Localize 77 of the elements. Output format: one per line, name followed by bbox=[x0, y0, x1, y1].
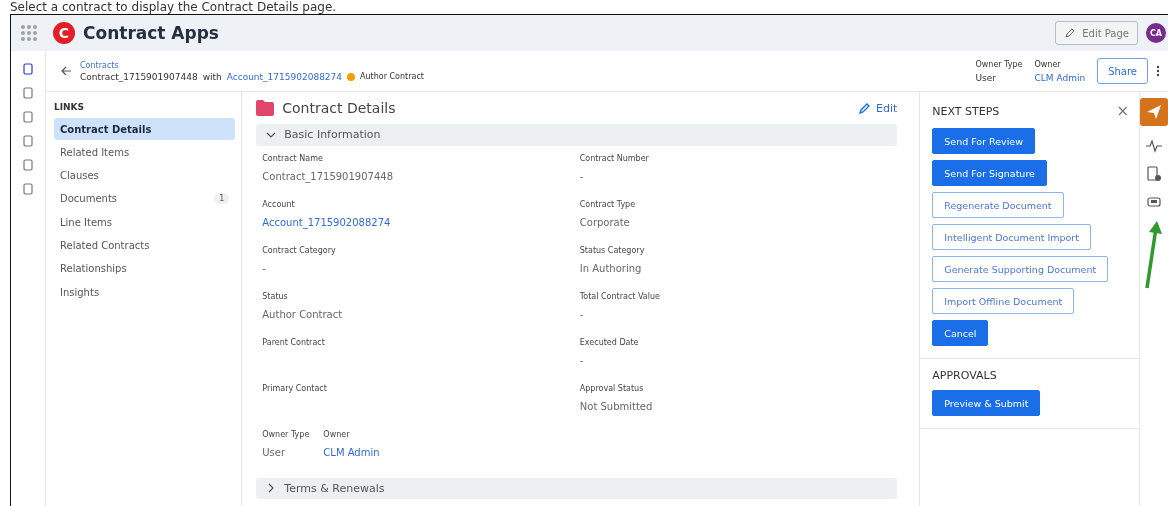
field-label: Owner Type bbox=[262, 429, 310, 439]
document-icon[interactable] bbox=[22, 63, 34, 75]
logo-icon: C bbox=[53, 22, 75, 44]
owner-type-value: User bbox=[975, 72, 997, 83]
outline-button[interactable]: Generate Supporting Document bbox=[932, 256, 1109, 282]
field-value: - bbox=[262, 262, 267, 275]
field-label: Status Category bbox=[579, 245, 646, 255]
pencil-icon bbox=[1064, 27, 1077, 39]
avatar[interactable]: CA bbox=[1146, 23, 1166, 43]
owner-link[interactable]: CLM Admin bbox=[1034, 72, 1086, 83]
field-label: Status bbox=[262, 291, 289, 301]
field-label: Approval Status bbox=[579, 383, 645, 393]
close-button[interactable]: × bbox=[1116, 102, 1129, 120]
field-label: Executed Date bbox=[579, 337, 640, 347]
link-item[interactable]: Documents 1 bbox=[54, 187, 236, 210]
app-title: Contract Apps bbox=[83, 23, 219, 43]
link-item[interactable]: Insights bbox=[54, 281, 236, 304]
field-value: Corporate bbox=[579, 216, 631, 229]
count-badge: 1 bbox=[214, 193, 230, 205]
field-value: User bbox=[262, 446, 287, 459]
field-label: Contract Type bbox=[579, 199, 637, 209]
more-icon[interactable] bbox=[1156, 65, 1160, 77]
field-label: Contract Name bbox=[262, 153, 324, 163]
field-value: In Authoring bbox=[579, 262, 643, 275]
pencil-icon bbox=[858, 102, 871, 115]
breadcrumb-link[interactable]: Contracts bbox=[80, 60, 424, 70]
status-dot bbox=[347, 72, 356, 81]
status-text: Author Contract bbox=[360, 72, 424, 81]
owner-label: Owner bbox=[1034, 59, 1062, 69]
field-label: Contract Category bbox=[262, 245, 337, 255]
link-item[interactable]: Clauses bbox=[54, 164, 236, 187]
share-button[interactable]: Share bbox=[1097, 58, 1148, 84]
link-item[interactable]: Related Contracts bbox=[54, 234, 236, 257]
link-item[interactable]: Relationships bbox=[54, 257, 236, 280]
link-item[interactable]: Related Items bbox=[54, 141, 236, 164]
field-label: Account bbox=[262, 199, 296, 209]
next-steps-heading: NEXT STEPS bbox=[932, 104, 1000, 118]
field-link[interactable]: Account_1715902088274 bbox=[262, 216, 580, 229]
field-label: Owner bbox=[323, 429, 351, 439]
outline-button[interactable]: Import Offline Document bbox=[932, 288, 1075, 314]
document-check-icon[interactable] bbox=[1146, 166, 1162, 182]
section-header[interactable]: Terms & Renewals bbox=[256, 477, 898, 499]
folder-icon bbox=[256, 100, 275, 117]
field-value: Not Submitted bbox=[579, 400, 654, 413]
edit-page-button[interactable]: Edit Page bbox=[1055, 21, 1138, 45]
field-label: Total Contract Value bbox=[579, 291, 661, 301]
card-title: Contract Details bbox=[282, 100, 396, 117]
outline-button[interactable]: Regenerate Document bbox=[932, 192, 1064, 218]
outline-button[interactable]: Intelligent Document Import bbox=[932, 224, 1091, 250]
activity-icon[interactable] bbox=[1146, 138, 1162, 154]
field-value: Contract_1715901907448 bbox=[262, 170, 394, 183]
field-value: - bbox=[579, 308, 585, 321]
field-label: Primary Contact bbox=[262, 383, 328, 393]
field-link[interactable]: CLM Admin bbox=[323, 446, 380, 459]
caption-text: Select a contract to display the Contract Details page. bbox=[9, 0, 338, 14]
links-heading: LINKS bbox=[54, 102, 86, 112]
account-link[interactable]: Account_1715902088274 bbox=[226, 71, 343, 82]
primary-button[interactable]: Send For Review bbox=[932, 128, 1035, 154]
field-label: Contract Number bbox=[579, 153, 650, 163]
edit-link[interactable]: Edit bbox=[858, 101, 898, 115]
link-item[interactable]: Contract Details bbox=[54, 118, 236, 140]
link-item[interactable]: Line Items bbox=[54, 211, 236, 234]
primary-button[interactable]: Preview & Submit bbox=[932, 390, 1041, 416]
field-value: Author Contract bbox=[262, 308, 344, 321]
app-launcher-icon[interactable] bbox=[21, 25, 37, 41]
with-text: with bbox=[202, 71, 222, 82]
paper-plane-icon[interactable] bbox=[1140, 98, 1168, 126]
primary-button[interactable]: Cancel bbox=[932, 320, 989, 346]
approvals-heading: APPROVALS bbox=[932, 369, 997, 382]
field-value: - bbox=[579, 170, 585, 183]
owner-type-label: Owner Type bbox=[975, 59, 1023, 69]
contract-name: Contract_1715901907448 bbox=[80, 71, 198, 82]
field-value: - bbox=[579, 354, 585, 367]
field-label: Parent Contract bbox=[262, 337, 326, 347]
primary-button[interactable]: Send For Signature bbox=[932, 160, 1047, 186]
section-header[interactable]: Basic Information bbox=[256, 124, 898, 146]
back-arrow-icon[interactable] bbox=[60, 65, 72, 77]
